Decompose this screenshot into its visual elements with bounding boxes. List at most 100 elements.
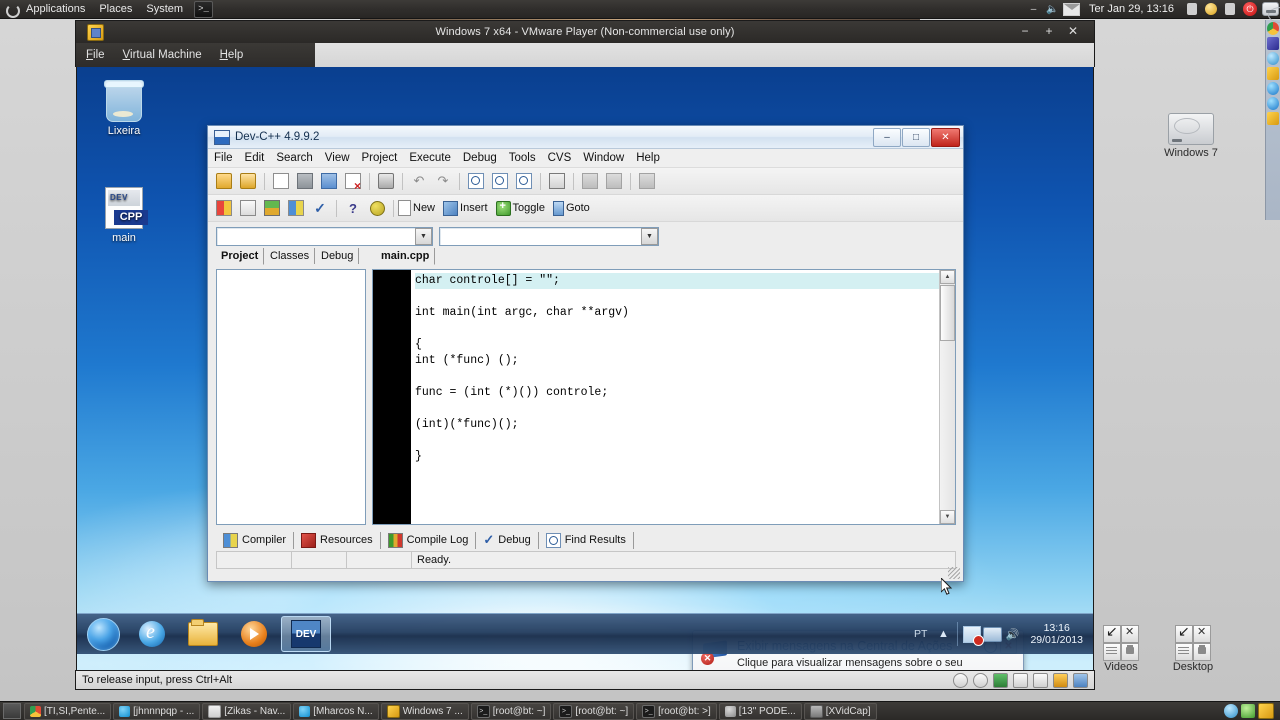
scroll-down-button[interactable]: ▼	[940, 510, 955, 524]
devcpp-menu-file[interactable]: File	[208, 150, 239, 166]
dock-icon-1[interactable]	[1267, 22, 1279, 35]
bottom-tab-find-results[interactable]: Find Results	[539, 531, 634, 549]
mail-icon[interactable]	[1062, 1, 1080, 17]
taskbar-window-vmware[interactable]: Windows 7 ...	[380, 702, 469, 720]
taskbar-window-skype-1[interactable]: [jhnnnpqp - ...	[113, 702, 201, 720]
insert-button[interactable]: Insert	[443, 200, 496, 216]
vm-cd-icon[interactable]	[1053, 672, 1068, 688]
menu-applications[interactable]: Applications	[19, 0, 92, 18]
devcpp-titlebar[interactable]: Dev-C++ 4.9.9.2 – □ ✕	[208, 126, 963, 149]
vm-network-icon[interactable]	[973, 672, 988, 688]
taskbar-window-terminal-1[interactable]: >_ [root@bt: ~]	[470, 702, 552, 720]
taskbar-devcpp[interactable]: DEV	[281, 616, 331, 652]
devcpp-minimize-button[interactable]: –	[873, 128, 901, 147]
bottom-tab-resources[interactable]: Resources	[294, 531, 381, 549]
goto-line-button[interactable]	[546, 170, 568, 192]
vmware-minimize-button[interactable]: −	[1017, 23, 1033, 39]
open-file-button[interactable]	[237, 170, 259, 192]
display-icon[interactable]	[1262, 1, 1280, 23]
window-grid-button[interactable]	[285, 197, 307, 219]
project-manager-button[interactable]	[213, 197, 235, 219]
dock-icon-4[interactable]	[1267, 67, 1279, 80]
devcpp-menu-window[interactable]: Window	[577, 150, 630, 166]
action-center-icon[interactable]	[962, 624, 985, 646]
volume-icon[interactable]: 🔈	[1044, 1, 1061, 17]
save-button[interactable]	[294, 170, 316, 192]
user-icon[interactable]	[1202, 1, 1219, 17]
chevron-down-icon[interactable]: ▼	[415, 227, 432, 245]
vm-menu-virtual-machine[interactable]: Virtual Machine	[115, 46, 210, 64]
vmware-titlebar[interactable]: Windows 7 x64 - VMware Player (Non-comme…	[75, 20, 1095, 43]
devcpp-menu-help[interactable]: Help	[630, 150, 666, 166]
new-file-button[interactable]	[270, 170, 292, 192]
redo-button[interactable]: ↷	[432, 170, 454, 192]
left-tab-classes[interactable]: Classes	[265, 248, 316, 264]
goto-button[interactable]: Goto	[552, 200, 598, 216]
minimize-icon[interactable]: –	[1025, 1, 1042, 17]
vmware-maximize-button[interactable]: +	[1041, 23, 1057, 39]
dock-icon-7[interactable]	[1267, 112, 1279, 125]
play-icon[interactable]	[1224, 704, 1238, 718]
chevron-down-icon[interactable]: ▼	[641, 227, 658, 245]
vm-settings-icon[interactable]	[1073, 672, 1088, 688]
vm-menu-file[interactable]: FFileile	[78, 46, 113, 64]
dock-icon-5[interactable]	[1267, 82, 1279, 95]
find-button[interactable]	[465, 170, 487, 192]
vm-printer-icon[interactable]	[1033, 672, 1048, 688]
vmware-icon[interactable]	[1258, 703, 1274, 719]
show-hidden-icons-button[interactable]: ▲	[933, 624, 953, 644]
guest-icon-lixeira[interactable]: Lixeira	[84, 80, 164, 137]
menu-system[interactable]: System	[139, 0, 190, 18]
desktop-icon-windows7[interactable]: Windows 7	[1155, 113, 1227, 159]
class-browser-combo[interactable]: ▼	[216, 226, 433, 246]
network-icon[interactable]	[982, 624, 1002, 644]
volume-icon[interactable]: 🔊	[1002, 624, 1022, 644]
taskbar-window-file[interactable]: [Zikas - Nav...	[202, 702, 292, 720]
language-indicator[interactable]: PT	[908, 628, 933, 640]
desktop-icon-videos[interactable]: Videos	[1085, 623, 1157, 673]
desktop-icon-desktop[interactable]: Desktop	[1157, 623, 1229, 673]
taskbar-internet-explorer[interactable]	[128, 617, 176, 651]
screen-icon[interactable]	[1221, 1, 1238, 17]
taskbar-window-media[interactable]: [13" PODE...	[718, 702, 802, 720]
scroll-up-button[interactable]: ▲	[940, 270, 955, 284]
devcpp-menu-execute[interactable]: Execute	[403, 150, 457, 166]
dock-icon-2[interactable]	[1267, 37, 1279, 50]
code-editor[interactable]: char controle[] = ""; int main(int argc,…	[372, 269, 956, 525]
member-combo[interactable]: ▼	[439, 226, 659, 246]
panel-clock[interactable]: Ter Jan 29, 13:16	[1081, 3, 1182, 15]
vmware-close-button[interactable]: ✕	[1065, 23, 1081, 39]
devcpp-menu-project[interactable]: Project	[356, 150, 404, 166]
taskbar-clock[interactable]: 13:16 29/01/2013	[1022, 622, 1091, 646]
devcpp-close-button[interactable]: ✕	[931, 128, 960, 147]
editor-code-area[interactable]: char controle[] = ""; int main(int argc,…	[411, 270, 955, 524]
left-tab-project[interactable]: Project	[216, 248, 265, 265]
vm-menu-help[interactable]: Help	[212, 46, 252, 64]
toggle-button[interactable]: Toggle	[495, 200, 553, 216]
about-button[interactable]	[366, 197, 388, 219]
devcpp-menu-debug[interactable]: Debug	[457, 150, 503, 166]
dock-icon-6[interactable]	[1267, 97, 1279, 110]
taskbar-windows-explorer[interactable]	[179, 617, 227, 651]
taskbar-media-player[interactable]	[230, 617, 278, 651]
bottom-tab-compiler[interactable]: Compiler	[216, 531, 295, 549]
save-all-button[interactable]	[318, 170, 340, 192]
print-button[interactable]	[375, 170, 397, 192]
scrollbar-thumb[interactable]	[940, 285, 955, 341]
project-tree-panel[interactable]	[216, 269, 366, 525]
power-icon[interactable]: ⏻	[1243, 2, 1257, 16]
devcpp-menu-view[interactable]: View	[319, 150, 356, 166]
devcpp-menu-edit[interactable]: Edit	[239, 150, 271, 166]
taskbar-window-terminal-3[interactable]: >_ [root@bt: >]	[636, 702, 717, 720]
compile-run-button[interactable]	[636, 170, 658, 192]
taskbar-window-skype-2[interactable]: [Mharcos N...	[293, 702, 379, 720]
guest-icon-main-cpp[interactable]: DEV CPP main	[84, 187, 164, 244]
taskbar-window-xvidcap[interactable]: [XVidCap]	[803, 702, 877, 720]
shield-icon[interactable]	[1241, 704, 1255, 718]
weather-icon[interactable]	[1183, 1, 1200, 17]
vm-sound-icon[interactable]	[1013, 672, 1028, 688]
gnome-logo-icon[interactable]	[3, 1, 20, 18]
right-edge-dock[interactable]	[1265, 20, 1280, 220]
undo-button[interactable]: ↶	[408, 170, 430, 192]
devcpp-maximize-button[interactable]: □	[902, 128, 930, 147]
